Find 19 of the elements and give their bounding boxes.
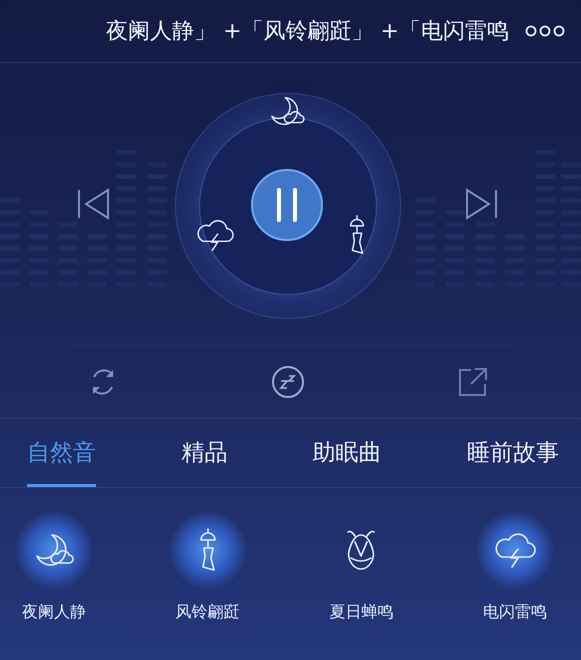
sound-label: 风铃翩跹 (176, 602, 240, 623)
category-tab[interactable]: 自然音 (27, 419, 96, 487)
previous-icon[interactable] (76, 188, 110, 220)
orbit-bell-icon (347, 215, 367, 255)
now-playing-title: 夜阑人静」 +「风铃翩跹」 +「电闪雷鸣 (106, 18, 509, 46)
sound-label: 夜阑人静 (22, 602, 86, 623)
category-tab[interactable]: 助眠曲 (312, 419, 382, 487)
category-tab[interactable]: 精品 (181, 419, 228, 487)
orbit-night-icon (269, 95, 305, 127)
sound-label: 夏日蝉鸣 (329, 602, 394, 623)
next-icon[interactable] (465, 188, 499, 220)
pause-icon (275, 187, 299, 223)
sleep-timer-icon[interactable] (271, 365, 305, 399)
more-icon[interactable] (525, 25, 565, 37)
moon-cloud-icon (34, 532, 74, 568)
orbit-storm-icon (195, 217, 235, 253)
category-tab[interactable]: 睡前故事 (466, 419, 559, 487)
share-icon[interactable] (457, 366, 489, 398)
sound-label: 电闪雷鸣 (482, 602, 547, 623)
